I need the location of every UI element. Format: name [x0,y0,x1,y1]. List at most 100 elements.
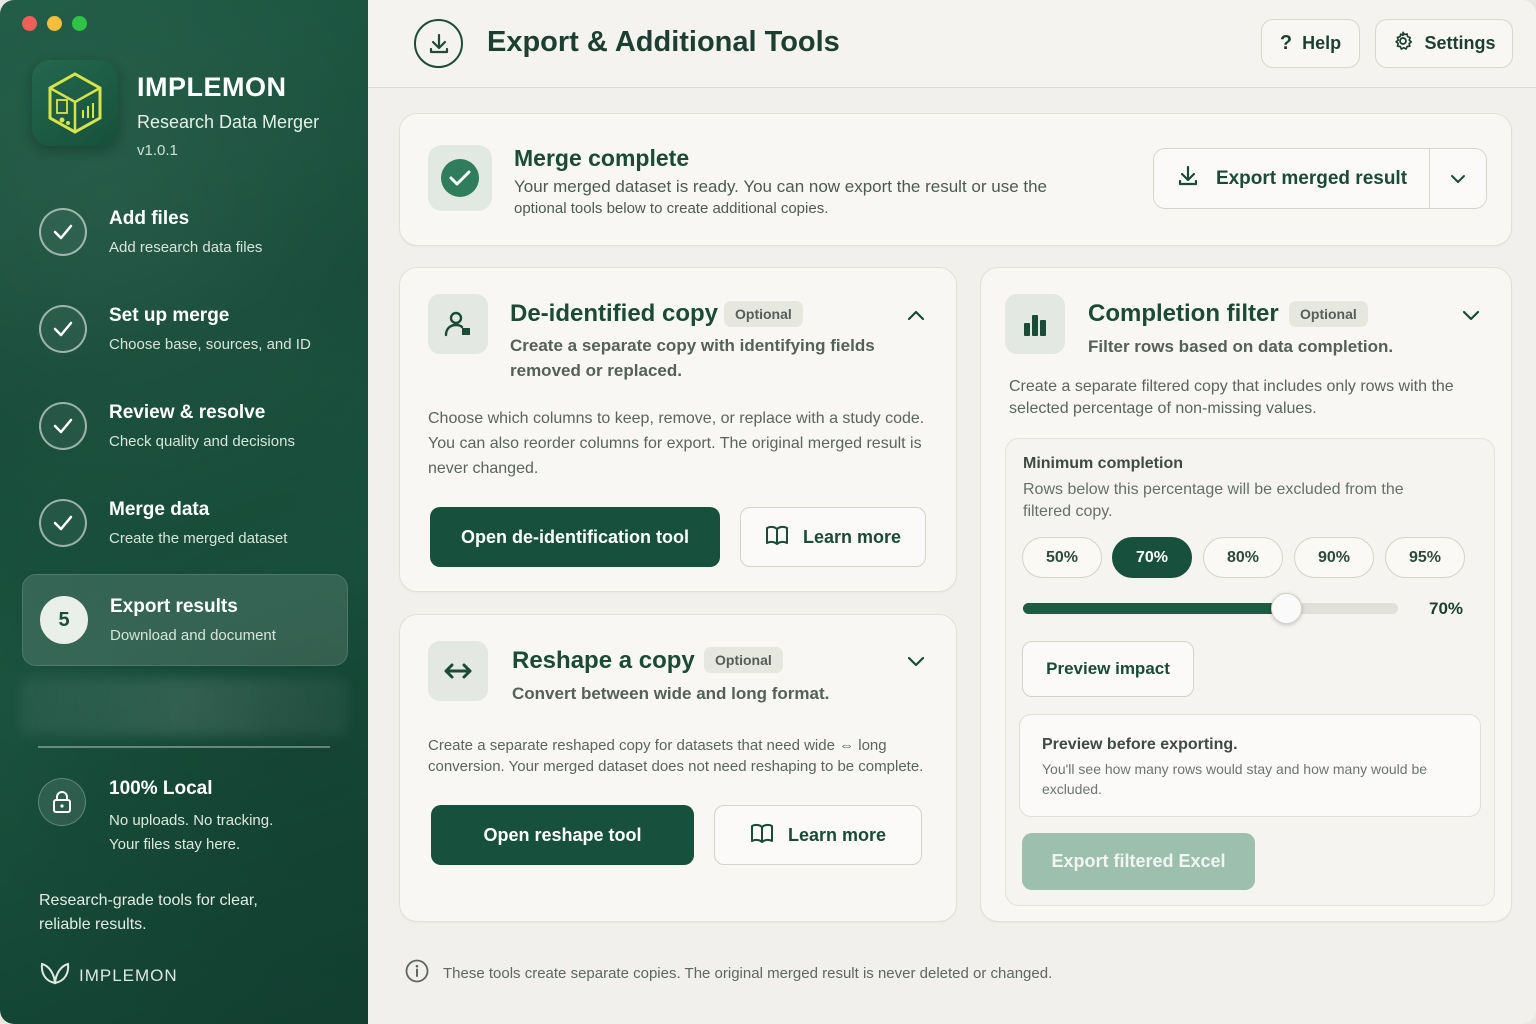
gear-icon [1392,30,1414,57]
local-subtitle: No uploads. No tracking. Your files stay… [109,812,274,853]
step-title: Merge data [109,499,210,520]
window-controls [22,16,87,31]
step-export-results[interactable]: 5 Export results Download and document [22,574,348,666]
reshape-learn-more-button[interactable]: Learn more [714,805,922,865]
settings-label: Settings [1424,33,1496,53]
step-title: Add files [109,208,190,229]
app-window: IMPLEMON Research Data Merger v1.0.1 Add… [0,0,1536,1024]
completion-slider[interactable] [1023,593,1398,624]
chevron-down-icon [1451,174,1465,183]
step-subtitle: Download and document [110,627,276,644]
step-title: Review & resolve [109,402,266,423]
check-icon [39,499,87,547]
chevron-up-icon[interactable] [907,308,925,326]
app-name: IMPLEMON [137,72,287,102]
check-circle-icon [428,145,492,211]
export-merged-label: Export merged result [1215,167,1408,189]
filter-subtitle: Filter rows based on data completion. [1088,337,1394,356]
filter-description: Create a separate filtered copy that inc… [1009,378,1454,417]
threshold-option-70[interactable]: 70% [1112,537,1192,578]
help-button[interactable]: ? Help [1261,19,1360,68]
top-bar: Export & Additional Tools ? Help Setting… [368,0,1536,88]
step-number: 5 [40,596,88,644]
book-icon [750,823,774,848]
question-icon: ? [1279,32,1293,54]
check-icon [39,305,87,353]
learn-more-label: Learn more [802,526,902,547]
footer-brand: IMPLEMON [39,961,178,990]
check-icon [39,402,87,450]
step-subtitle: Check quality and decisions [109,433,295,450]
settings-button[interactable]: Settings [1375,19,1513,68]
threshold-option-80[interactable]: 80% [1203,537,1283,578]
step-set-up-merge[interactable]: Set up merge Choose base, sources, and I… [22,283,348,375]
merge-title: Merge complete [514,145,690,171]
brand: IMPLEMON Research Data Merger v1.0.1 [32,60,319,159]
export-merged-button[interactable]: Export merged result [1154,149,1430,208]
local-title: 100% Local [109,778,213,799]
preview-impact-button[interactable]: Preview impact [1022,641,1194,697]
app-version: v1.0.1 [137,142,178,159]
filter-title: Completion filter [1088,300,1279,327]
blurred-decoration [20,678,348,736]
step-title: Set up merge [109,305,230,326]
merge-description-line: Your merged dataset is ready. You can no… [514,177,1048,196]
reshape-subtitle: Convert between wide and long format. [512,684,830,703]
minimum-completion-description: Rows below this percentage will be exclu… [1023,481,1404,520]
leaf-logo-icon [39,961,71,990]
deid-subtitle: Create a separate copy with identifying … [510,336,875,380]
minimum-completion-panel: Minimum completion Rows below this perce… [1005,438,1495,906]
deid-description: Choose which columns to keep, remove, or… [428,410,925,477]
chevron-down-icon[interactable] [1462,309,1480,327]
reshape-description: Create a separate reshaped copy for data… [428,737,924,775]
sidebar: IMPLEMON Research Data Merger v1.0.1 Add… [0,0,368,1024]
optional-badge: Optional [1289,301,1368,327]
maximize-window-button[interactable] [72,16,87,31]
info-icon [405,959,429,987]
chevron-down-icon[interactable] [907,655,925,673]
footer-brand-name: IMPLEMON [79,965,178,985]
minimize-window-button[interactable] [47,16,62,31]
footnote-text: These tools create separate copies. The … [443,964,1053,982]
slider-handle[interactable] [1270,593,1302,624]
merge-description-small: optional tools below to create additiona… [514,200,829,217]
threshold-option-90[interactable]: 90% [1294,537,1374,578]
export-filtered-button[interactable]: Export filtered Excel [1022,833,1255,890]
slider-fill [1023,603,1286,614]
step-navigation: Add files Add research data files Set up… [22,186,348,671]
deidentified-copy-card: De-identified copy Optional Create a sep… [399,267,957,592]
check-icon [39,208,87,256]
app-subtitle: Research Data Merger [137,112,320,132]
threshold-option-50[interactable]: 50% [1022,537,1102,578]
page-title: Export & Additional Tools [487,26,840,58]
arrows-horizontal-icon [428,641,488,701]
reshape-copy-card: Reshape a copy Optional Convert between … [399,614,957,922]
slider-value: 70% [1429,599,1464,618]
export-merged-group: Export merged result [1153,148,1487,209]
optional-badge: Optional [724,301,803,327]
footnote: These tools create separate copies. The … [405,959,1052,987]
minimum-completion-title: Minimum completion [1023,455,1183,472]
preview-info-box: Preview before exporting. You'll see how… [1019,714,1481,817]
step-subtitle: Create the merged dataset [109,530,288,547]
threshold-option-95[interactable]: 95% [1385,537,1465,578]
open-deidentification-button[interactable]: Open de-identification tool [430,507,720,567]
export-options-dropdown[interactable] [1430,149,1486,208]
completion-filter-card: Completion filter Optional Filter rows b… [980,267,1512,922]
step-add-files[interactable]: Add files Add research data files [22,186,348,278]
download-icon [414,19,463,68]
close-window-button[interactable] [22,16,37,31]
open-reshape-button[interactable]: Open reshape tool [431,805,694,865]
step-title: Export results [110,596,238,617]
deid-learn-more-button[interactable]: Learn more [740,507,926,567]
book-icon [765,525,789,550]
step-review-resolve[interactable]: Review & resolve Check quality and decis… [22,380,348,472]
tagline: Research-grade tools for clear, reliable… [39,892,258,933]
step-subtitle: Choose base, sources, and ID [109,336,311,353]
step-merge-data[interactable]: Merge data Create the merged dataset [22,477,348,569]
bar-chart-icon [1005,294,1065,354]
step-subtitle: Add research data files [109,239,263,256]
learn-more-label: Learn more [787,824,887,845]
merge-complete-card: Merge complete Your merged dataset is re… [399,113,1512,246]
download-icon [1176,164,1200,194]
